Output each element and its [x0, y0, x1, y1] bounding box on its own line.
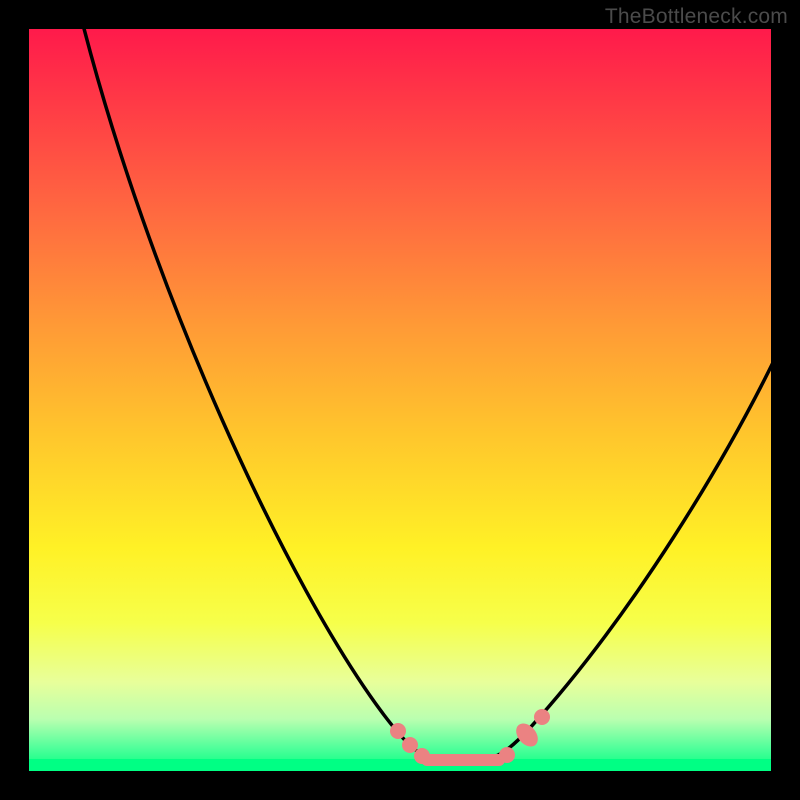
- bottleneck-curve: [79, 29, 771, 761]
- plot-area: [29, 29, 771, 771]
- marker-dot: [414, 748, 430, 764]
- marker-dot: [512, 719, 543, 750]
- attribution-text: TheBottleneck.com: [605, 5, 788, 29]
- chart-svg: [29, 29, 771, 771]
- marker-dot: [402, 737, 418, 753]
- marker-dot: [499, 747, 515, 763]
- marker-dot: [390, 723, 406, 739]
- marker-dot: [534, 709, 550, 725]
